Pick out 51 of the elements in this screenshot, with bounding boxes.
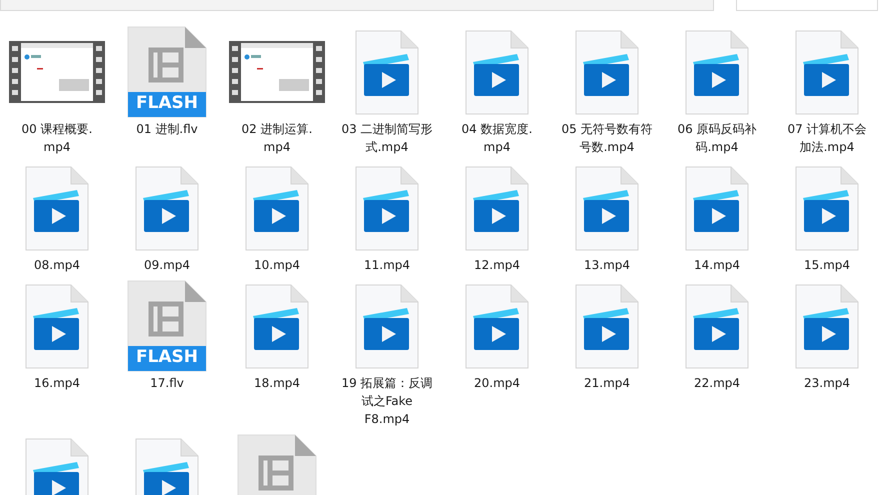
file-name[interactable]: 19 拓展篇：反调 试之Fake F8.mp4: [341, 374, 433, 428]
file-name[interactable]: 04 数据宽度. mp4: [462, 120, 532, 156]
file-name[interactable]: 20.mp4: [474, 374, 520, 392]
flash-label: FLASH: [134, 92, 200, 114]
video-thumbnail-icon[interactable]: [229, 41, 325, 103]
file-name[interactable]: 06 原码反码补 码.mp4: [677, 120, 757, 156]
search-field[interactable]: [736, 0, 878, 11]
video-file-icon[interactable]: [795, 284, 859, 368]
video-file-icon[interactable]: [685, 166, 749, 250]
file-name[interactable]: 18.mp4: [254, 374, 300, 392]
file-name[interactable]: 03 二进制简写形 式.mp4: [341, 120, 433, 156]
file-name[interactable]: 12.mp4: [474, 256, 520, 274]
flash-file-icon[interactable]: [127, 26, 207, 118]
video-file-icon[interactable]: [355, 284, 419, 368]
file-name[interactable]: 05 无符号数有符 号数.mp4: [561, 120, 653, 156]
video-file-icon[interactable]: [25, 166, 89, 250]
file-name[interactable]: 23.mp4: [804, 374, 850, 392]
file-name[interactable]: 10.mp4: [254, 256, 300, 274]
video-file-icon[interactable]: [245, 284, 309, 368]
video-file-icon[interactable]: [355, 166, 419, 250]
video-file-icon[interactable]: [575, 30, 639, 114]
video-file-icon[interactable]: [25, 284, 89, 368]
video-file-icon[interactable]: [575, 284, 639, 368]
file-name[interactable]: 17.flv: [150, 374, 184, 392]
file-name[interactable]: 07 计算机不会 加法.mp4: [787, 120, 867, 156]
file-name[interactable]: 11.mp4: [364, 256, 410, 274]
video-file-icon[interactable]: [465, 166, 529, 250]
video-file-icon[interactable]: [465, 30, 529, 114]
flash-label: FLASH: [134, 346, 200, 368]
file-name[interactable]: 02 进制运算. mp4: [242, 120, 312, 156]
file-name[interactable]: 14.mp4: [694, 256, 740, 274]
file-name[interactable]: 00 课程概要. mp4: [22, 120, 92, 156]
file-name[interactable]: 01 进制.flv: [136, 120, 198, 138]
video-file-icon[interactable]: [685, 30, 749, 114]
video-file-icon[interactable]: [245, 166, 309, 250]
video-file-icon[interactable]: [795, 30, 859, 114]
file-name[interactable]: 08.mp4: [34, 256, 80, 274]
file-name[interactable]: 09.mp4: [144, 256, 190, 274]
video-file-icon[interactable]: [135, 166, 199, 250]
video-thumbnail-icon[interactable]: [9, 41, 105, 103]
video-file-icon[interactable]: [355, 30, 419, 114]
file-name[interactable]: 22.mp4: [694, 374, 740, 392]
video-file-icon[interactable]: [575, 166, 639, 250]
video-file-icon[interactable]: [685, 284, 749, 368]
file-name[interactable]: 16.mp4: [34, 374, 80, 392]
video-file-icon[interactable]: [795, 166, 859, 250]
video-file-icon[interactable]: [465, 284, 529, 368]
flash-file-icon[interactable]: [127, 280, 207, 372]
file-name[interactable]: 13.mp4: [584, 256, 630, 274]
file-name[interactable]: 15.mp4: [804, 256, 850, 274]
file-name[interactable]: 21.mp4: [584, 374, 630, 392]
